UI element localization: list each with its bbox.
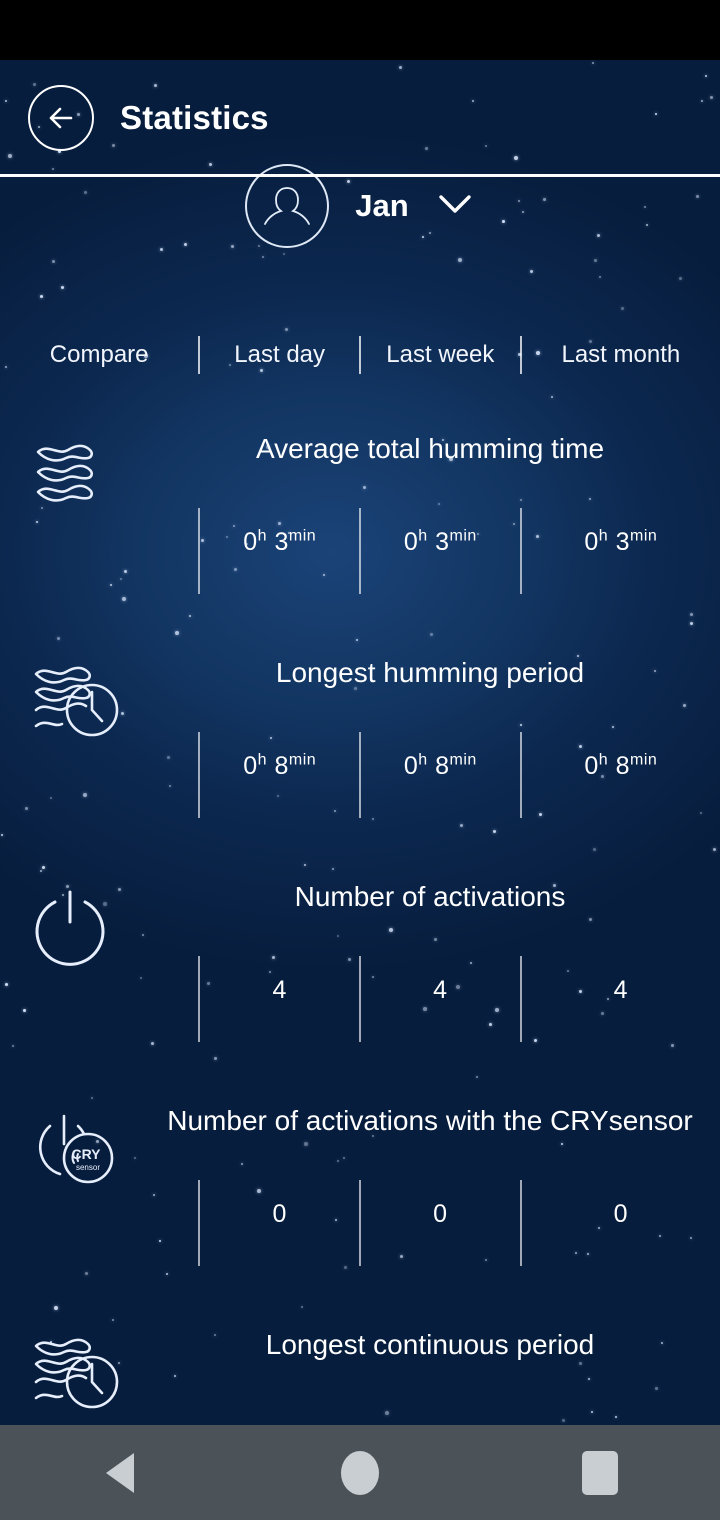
metric-row: CRY sensor Number of activations with the … bbox=[0, 1062, 720, 1286]
nav-recents-icon bbox=[582, 1450, 618, 1495]
metric-values: 0 0 0 bbox=[0, 1180, 720, 1286]
metric-row: Average total humming time 0h 3min 0h 3min… bbox=[0, 390, 720, 614]
metric-value-cell bbox=[0, 732, 198, 838]
metric-value: 4 bbox=[433, 976, 448, 1004]
metric-label: Number of activations with the CRYsensor bbox=[167, 1104, 693, 1136]
svg-text:sensor: sensor bbox=[76, 1163, 100, 1172]
metric-values: 0h 3min 0h 3min 0h 3min bbox=[0, 508, 720, 614]
tab-last-month[interactable]: Last month bbox=[522, 325, 720, 385]
nav-recents-button[interactable] bbox=[555, 1443, 645, 1503]
metric-value: 0h 3min bbox=[243, 527, 317, 556]
metric-value: 0h 3min bbox=[584, 527, 658, 556]
compare-label: Compare bbox=[49, 341, 149, 368]
metric-row: Number of activations 4 4 4 bbox=[0, 838, 720, 1062]
status-bar bbox=[0, 0, 720, 60]
tab-last-week[interactable]: Last week bbox=[361, 325, 520, 385]
metric-value: 0 bbox=[433, 1200, 448, 1228]
tab-last-day[interactable]: Last day bbox=[200, 325, 359, 385]
metric-value: 0 bbox=[613, 1200, 629, 1228]
metric-value: 0h 8min bbox=[584, 751, 658, 780]
nav-home-icon bbox=[341, 1450, 379, 1495]
metric-values: 0h 8min 0h 8min 0h 8min bbox=[0, 732, 720, 838]
arrow-left-icon bbox=[44, 101, 78, 135]
metric-values: 4 4 4 bbox=[0, 956, 720, 1062]
metric-label: Longest continuous period bbox=[265, 1328, 595, 1360]
nav-home-button[interactable] bbox=[315, 1443, 405, 1503]
metric-row: Longest humming period 0h 8min 0h 8min 0h 8… bbox=[0, 614, 720, 838]
humming-waves-clock-icon bbox=[30, 1332, 126, 1418]
metric-value: 0 bbox=[272, 1200, 287, 1228]
svg-text:CRY: CRY bbox=[71, 1146, 101, 1162]
app-header: Statistics bbox=[0, 60, 720, 176]
period-tabs: Compare Last day Last week Last month bbox=[0, 325, 720, 385]
metric-value: 0h 8min bbox=[403, 751, 477, 780]
nav-back-icon bbox=[106, 1452, 134, 1493]
metric-value-cell bbox=[0, 956, 198, 1062]
nav-back-button[interactable] bbox=[75, 1443, 165, 1503]
metric-value: 4 bbox=[272, 976, 287, 1004]
metrics-list: Average total humming time 0h 3min 0h 3min… bbox=[0, 390, 720, 1425]
chevron-down-icon bbox=[438, 193, 472, 220]
back-button[interactable] bbox=[28, 85, 94, 151]
metric-value: 0h 8min bbox=[243, 751, 317, 780]
metric-value: 4 bbox=[613, 976, 629, 1004]
person-avatar-icon bbox=[264, 187, 311, 225]
metric-value-cell bbox=[0, 1180, 198, 1286]
metric-value-cell bbox=[0, 508, 198, 614]
page-title: Statistics bbox=[120, 99, 269, 136]
statistics-screen: Statistics Jan Compare Last day Last wee… bbox=[0, 0, 720, 1520]
metric-value: 0h 3min bbox=[403, 527, 477, 556]
metric-label: Longest humming period bbox=[275, 656, 585, 688]
metric-label: Number of activations bbox=[294, 880, 566, 912]
user-dropdown-button[interactable] bbox=[435, 186, 475, 226]
android-nav-bar bbox=[0, 1425, 720, 1520]
header-divider bbox=[0, 174, 720, 177]
metric-label: Average total humming time bbox=[255, 432, 605, 464]
user-name: Jan bbox=[355, 188, 409, 223]
